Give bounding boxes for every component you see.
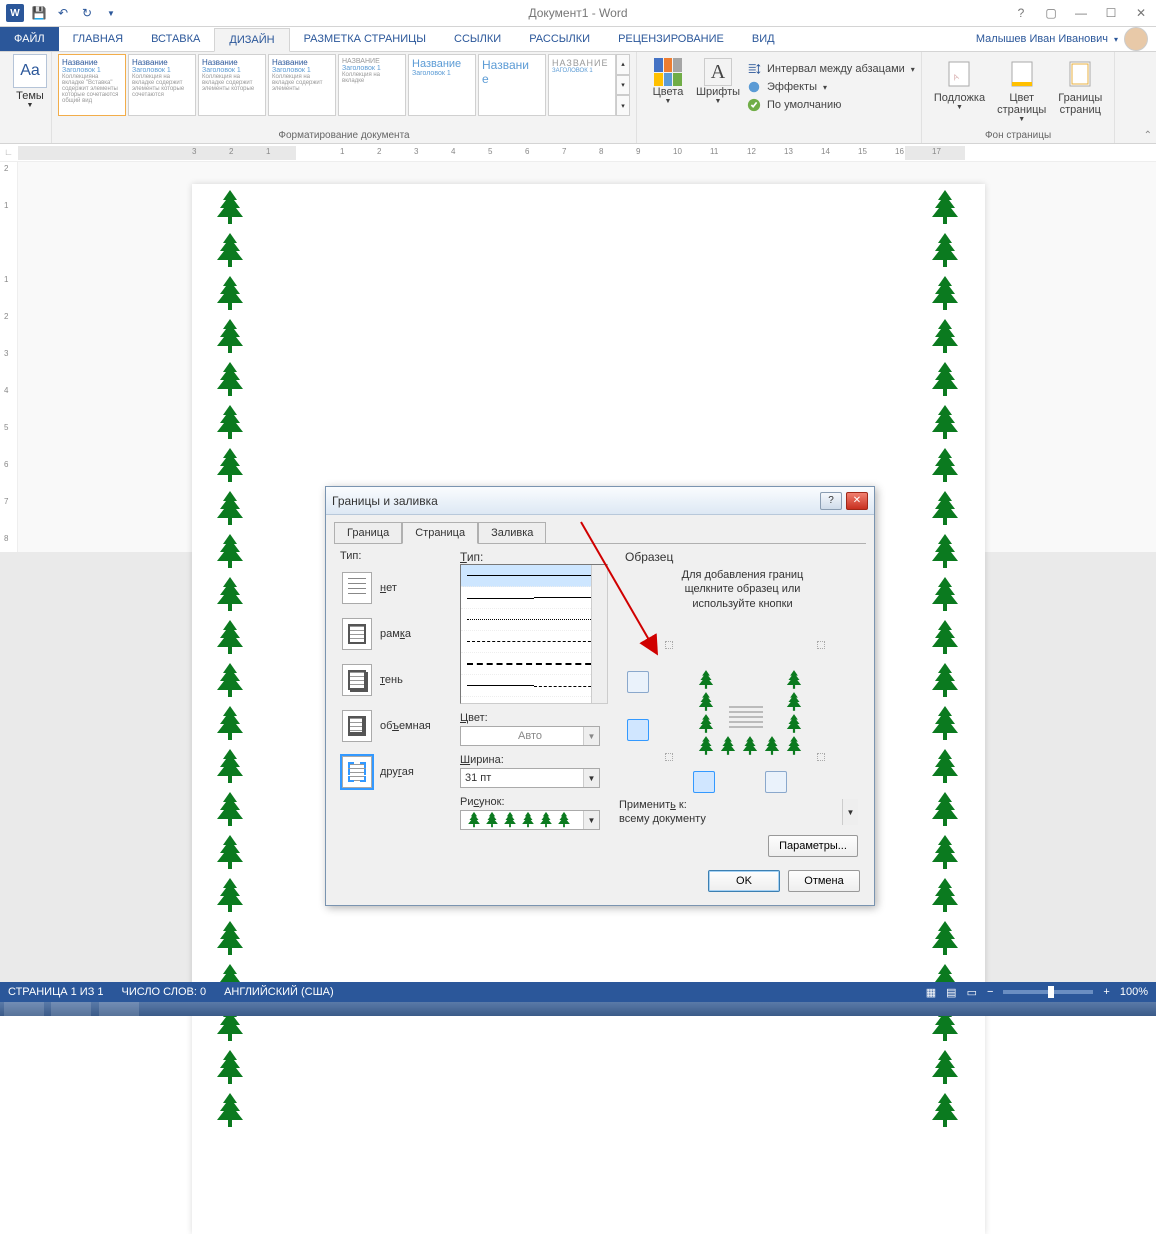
cancel-button[interactable]: Отмена [788, 870, 860, 892]
style-label: Тип: [460, 550, 613, 564]
status-bar: СТРАНИЦА 1 ИЗ 1 ЧИСЛО СЛОВ: 0 АНГЛИЙСКИЙ… [0, 982, 1156, 1002]
effects-button[interactable]: Эффекты ▾ [747, 78, 915, 96]
group-page-bg: Фон страницы [928, 128, 1108, 143]
status-words[interactable]: ЧИСЛО СЛОВ: 0 [122, 986, 207, 998]
tab-file[interactable]: ФАЙЛ [0, 27, 59, 51]
app-icon: W [4, 2, 26, 24]
dialog-titlebar[interactable]: Границы и заливка ? ✕ [326, 487, 874, 515]
art-label: Рисунок: [460, 796, 613, 808]
user-account[interactable]: Малышев Иван Иванович▾ [968, 27, 1156, 51]
gallery-scroll[interactable]: ▴▾▾ [616, 54, 630, 116]
setting-3d[interactable]: объемная [340, 706, 448, 746]
themes-icon: Aa [13, 54, 47, 88]
border-top-button[interactable] [627, 671, 649, 693]
page-color-button[interactable]: Цвет страницы▼ [991, 54, 1052, 127]
style-scrollbar[interactable] [591, 565, 607, 703]
dialog-tab-shading[interactable]: Заливка [478, 522, 546, 544]
help-icon[interactable]: ? [1006, 2, 1036, 24]
ribbon-tabs: ФАЙЛ ГЛАВНАЯ ВСТАВКА ДИЗАЙН РАЗМЕТКА СТР… [0, 27, 1156, 52]
themes-button[interactable]: Aa Темы ▼ [6, 54, 54, 109]
collapse-ribbon-icon[interactable]: ⌃ [1144, 130, 1152, 141]
view-web-icon[interactable]: ▭ [967, 986, 977, 999]
preview-area[interactable] [625, 621, 860, 761]
zoom-value[interactable]: 100% [1120, 986, 1148, 998]
taskbar-item[interactable] [51, 1002, 91, 1016]
close-icon[interactable]: ✕ [1126, 2, 1156, 24]
tab-view[interactable]: ВИД [738, 27, 789, 51]
maximize-icon[interactable]: ☐ [1096, 2, 1126, 24]
tab-design[interactable]: ДИЗАЙН [214, 28, 289, 52]
tab-insert[interactable]: ВСТАВКА [137, 27, 214, 51]
art-combo[interactable]: ▼ [460, 810, 600, 830]
workspace: 2112345678910111213141516171819 Границы … [0, 162, 1156, 1000]
applyto-combo[interactable]: всему документу▼ [619, 813, 829, 825]
page-color-icon [1006, 58, 1038, 90]
status-page[interactable]: СТРАНИЦА 1 ИЗ 1 [8, 986, 104, 998]
colors-button[interactable]: Цвета▼ [643, 54, 693, 114]
style-listbox[interactable] [460, 564, 608, 704]
theme-gallery[interactable]: НазваниеЗаголовок 1Коллекцияна вкладке "… [58, 54, 616, 116]
tab-references[interactable]: ССЫЛКИ [440, 27, 515, 51]
dialog-help-icon[interactable]: ? [820, 492, 842, 510]
user-name: Малышев Иван Иванович [976, 33, 1108, 45]
zoom-slider[interactable] [1003, 990, 1093, 994]
horizontal-ruler[interactable]: ∟ 3211234567891011121314151617 [0, 144, 1156, 162]
borders-dialog: Границы и заливка ? ✕ Граница Страница З… [325, 486, 875, 906]
tab-layout[interactable]: РАЗМЕТКА СТРАНИЦЫ [290, 27, 440, 51]
minimize-icon[interactable]: — [1066, 2, 1096, 24]
options-button[interactable]: Параметры... [768, 835, 858, 857]
title-bar: W 💾 ↶ ↻ ▼ Документ1 - Word ? ▢ — ☐ ✕ [0, 0, 1156, 27]
border-bottom-button[interactable] [627, 719, 649, 741]
view-read-icon[interactable]: ▦ [926, 986, 936, 999]
undo-icon[interactable]: ↶ [52, 2, 74, 24]
avatar-icon [1124, 27, 1148, 51]
watermark-icon: A [943, 58, 975, 90]
color-label: Цвет: [460, 712, 613, 724]
page-borders-button[interactable]: Границы страниц [1052, 54, 1108, 127]
set-default-button[interactable]: По умолчанию [747, 96, 915, 114]
dialog-tab-page[interactable]: Страница [402, 522, 478, 544]
zoom-out-icon[interactable]: − [987, 986, 993, 998]
color-combo[interactable]: Авто▼ [460, 726, 600, 746]
fonts-button[interactable]: A Шрифты▼ [693, 54, 743, 114]
width-label: Ширина: [460, 754, 613, 766]
setting-none[interactable]: нет [340, 568, 448, 608]
taskbar-item[interactable] [99, 1002, 139, 1016]
ribbon-options-icon[interactable]: ▢ [1036, 2, 1066, 24]
view-print-icon[interactable]: ▤ [946, 986, 956, 999]
tab-home[interactable]: ГЛАВНАЯ [59, 27, 137, 51]
applyto-label: Применить к: [619, 799, 858, 811]
taskbar [0, 1002, 1156, 1016]
dialog-close-icon[interactable]: ✕ [846, 492, 868, 510]
preview-label: Образец [625, 550, 860, 564]
paragraph-spacing-button[interactable]: Интервал между абзацами ▾ [747, 60, 915, 78]
redo-icon[interactable]: ↻ [76, 2, 98, 24]
preview-hint: Для добавления границ щелкните образец и… [625, 568, 860, 611]
ok-button[interactable]: OK [708, 870, 780, 892]
ribbon-body: Aa Темы ▼ НазваниеЗаголовок 1Коллекцияна… [0, 52, 1156, 144]
window-title: Документ1 - Word [528, 6, 627, 20]
page-borders-icon [1064, 58, 1096, 90]
border-right-button[interactable] [765, 771, 787, 793]
tab-mailings[interactable]: РАССЫЛКИ [515, 27, 604, 51]
taskbar-item[interactable] [4, 1002, 44, 1016]
border-left-button[interactable] [693, 771, 715, 793]
save-icon[interactable]: 💾 [28, 2, 50, 24]
width-combo[interactable]: 31 пт▼ [460, 768, 600, 788]
dialog-tab-border[interactable]: Граница [334, 522, 402, 544]
fonts-icon: A [704, 58, 732, 86]
zoom-in-icon[interactable]: + [1103, 986, 1109, 998]
group-doc-format: Форматирование документа [58, 128, 630, 143]
qat-dropdown-icon[interactable]: ▼ [100, 2, 122, 24]
status-lang[interactable]: АНГЛИЙСКИЙ (США) [224, 986, 334, 998]
setting-custom[interactable]: другая [340, 752, 448, 792]
watermark-button[interactable]: A Подложка▼ [928, 54, 991, 127]
dialog-title: Границы и заливка [332, 494, 438, 508]
setting-label: Тип: [340, 550, 448, 562]
setting-shadow[interactable]: тень [340, 660, 448, 700]
colors-icon [654, 58, 682, 86]
setting-box[interactable]: рамка [340, 614, 448, 654]
tab-review[interactable]: РЕЦЕНЗИРОВАНИЕ [604, 27, 738, 51]
